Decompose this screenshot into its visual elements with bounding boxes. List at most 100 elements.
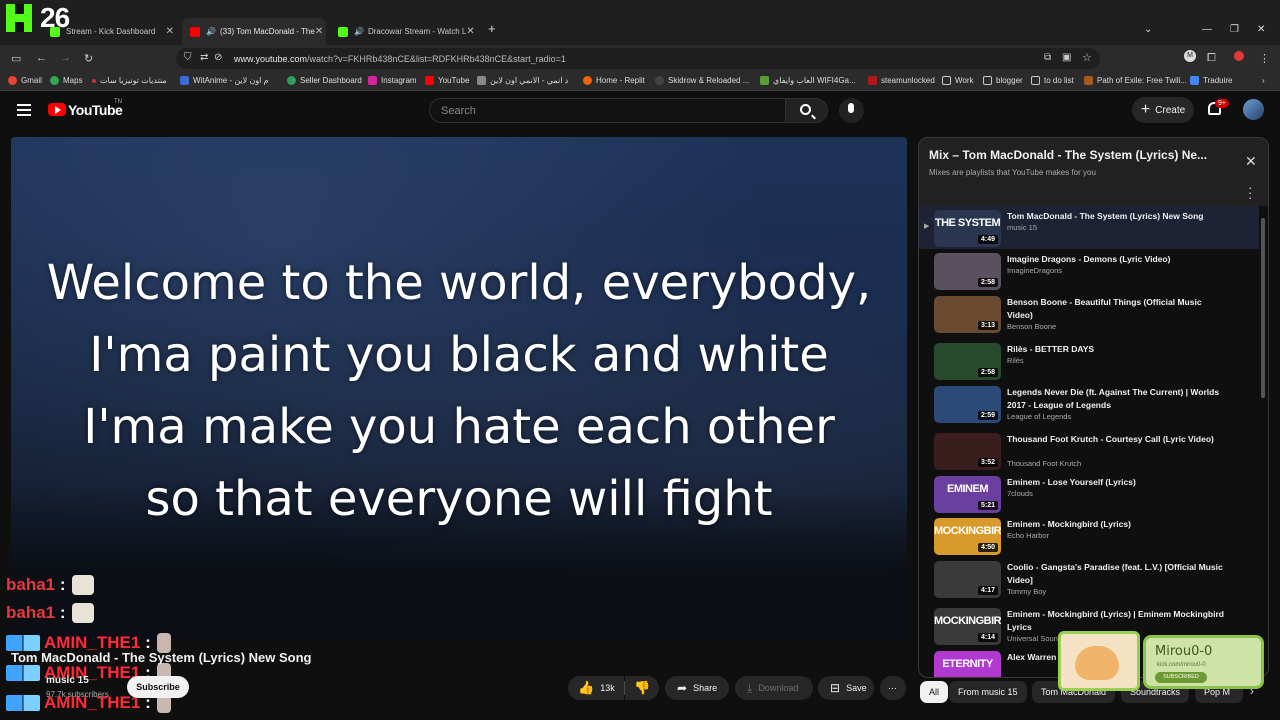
video-thumbnail[interactable]: 2:58 xyxy=(934,253,1001,290)
browser-tab-kick-dashboard[interactable]: Stream - Kick Dashboard ✕ xyxy=(42,18,182,45)
maximize-icon[interactable]: ❐ xyxy=(1230,24,1239,35)
video-thumbnail[interactable]: EMINEM 5:21 xyxy=(934,476,1001,513)
playlist-item[interactable]: MOCKINGBIRD 4:50 Eminem - Mockingbird (Lyr… xyxy=(919,514,1259,557)
playlist-item[interactable]: 3:52 Thousand Foot Krutch - Courtesy Call… xyxy=(919,429,1259,472)
save-button[interactable]: ⊟ Save xyxy=(818,676,874,700)
bookmark-item[interactable]: Path of Exile: Free Twili... xyxy=(1084,76,1187,85)
menu-hamburger-icon[interactable] xyxy=(17,104,31,116)
video-thumbnail[interactable]: MOCKINGBIRD 4:14 xyxy=(934,608,1001,645)
thumbnail-text: THE SYSTEM xyxy=(934,217,1001,229)
new-tab-button[interactable]: + xyxy=(488,21,496,36)
share-button[interactable]: ➦ Share xyxy=(665,676,729,700)
sidebar-toggle-icon[interactable]: ▭ xyxy=(11,52,21,65)
close-tab-icon[interactable]: ✕ xyxy=(166,26,174,37)
bookmark-item[interactable]: Traduire xyxy=(1190,76,1233,85)
video-player[interactable]: Welcome to the world, everybody, I'ma pa… xyxy=(11,137,907,641)
playlist-title[interactable]: Mix – Tom MacDonald - The System (Lyrics… xyxy=(929,148,1229,162)
chip-all[interactable]: All xyxy=(920,681,949,703)
bookmark-item[interactable]: د انمي - الانمي اون لاين xyxy=(477,76,568,85)
tune-icon[interactable]: ⇄ xyxy=(200,52,208,63)
address-bar[interactable]: ⛉ ⇄ ⊘ www.youtube.com/watch?v=FKHRb438nC… xyxy=(176,48,1100,69)
video-thumbnail[interactable]: 2:58 xyxy=(934,343,1001,380)
search-button[interactable] xyxy=(786,98,828,123)
playlist-item[interactable]: ▶ THE SYSTEM 4:49 Tom MacDonald - The Syste… xyxy=(919,206,1259,249)
download-icon: ⤓ xyxy=(747,680,753,695)
bookmark-item[interactable]: steamunlocked xyxy=(868,76,935,85)
bookmark-star-icon[interactable]: ☆ xyxy=(1082,51,1092,64)
plus-icon: + xyxy=(1140,101,1151,118)
video-thumbnail[interactable]: 3:13 xyxy=(934,296,1001,333)
profile-m-icon[interactable]: M xyxy=(1184,50,1196,62)
bookmark-item[interactable]: Seller Dashboard xyxy=(287,76,362,85)
bookmark-item[interactable]: منتديات تونيزيا سات xyxy=(92,76,167,85)
youtube-logo-icon[interactable] xyxy=(48,103,66,116)
stream-cat-overlay xyxy=(1058,631,1140,691)
bookmark-item[interactable]: Maps xyxy=(50,76,83,85)
extensions-puzzle-icon[interactable]: ⧠ xyxy=(1207,52,1216,65)
site-info-icon[interactable]: ⛉ xyxy=(184,52,192,63)
video-thumbnail[interactable]: THE SYSTEM 4:49 xyxy=(934,210,1001,247)
download-button[interactable]: ⤓ Download xyxy=(735,676,813,700)
playlist-item-channel: League of Legends xyxy=(1007,412,1072,421)
like-button[interactable]: 👍 13k xyxy=(568,676,624,700)
bookmark-item[interactable]: Instagram xyxy=(368,76,417,85)
playlist-item-channel: Universal Sound xyxy=(1007,634,1063,643)
video-title: Tom MacDonald - The System (Lyrics) New … xyxy=(11,650,312,665)
bookmark-item[interactable]: العاب وايفاي WIFI4Ga... xyxy=(760,76,856,85)
playlist-item[interactable]: 2:58 Imagine Dragons - Demons (Lyric Vide… xyxy=(919,249,1259,292)
more-vertical-icon[interactable]: · · · xyxy=(1248,181,1252,204)
playlist-scrollbar[interactable] xyxy=(1261,218,1265,398)
bookmark-folder[interactable]: to do list xyxy=(1031,76,1074,85)
duration-badge: 5:21 xyxy=(977,501,998,510)
bookmark-item[interactable]: YouTube xyxy=(425,76,469,85)
tracking-blocked-icon[interactable]: ⊘ xyxy=(214,52,222,63)
duration-badge: 2:58 xyxy=(977,368,998,377)
subscriber-count: 97.7k subscribers xyxy=(46,690,109,699)
browser-tab-youtube[interactable]: 🔊 (33) Tom MacDonald - The ✕ xyxy=(182,18,326,45)
avatar[interactable] xyxy=(1243,99,1264,120)
browser-tab-dracowar[interactable]: 🔊 Dracowar Stream - Watch L ✕ xyxy=(330,18,478,45)
playlist-item[interactable]: 2:58 Rilès - BETTER DAYS Rilès xyxy=(919,339,1259,382)
open-in-app-icon[interactable]: ⧉ xyxy=(1044,52,1051,63)
playlist-item[interactable]: 2:59 Legends Never Die (ft. Against The C… xyxy=(919,382,1259,425)
channel-name[interactable]: music 15 xyxy=(46,675,89,686)
create-button[interactable]: + Create xyxy=(1132,97,1194,123)
close-tab-icon[interactable]: ✕ xyxy=(315,26,323,37)
close-tab-icon[interactable]: ✕ xyxy=(466,26,474,37)
chat-badge-icon xyxy=(6,665,40,681)
screenshot-icon[interactable]: ▣ xyxy=(1062,52,1071,63)
video-thumbnail[interactable]: MOCKINGBIRD 4:50 xyxy=(934,518,1001,555)
search-icon xyxy=(800,104,811,115)
voice-search-icon[interactable] xyxy=(839,98,864,123)
tab-list-chevron-down-icon[interactable]: ⌄ xyxy=(1144,24,1152,35)
extension-red-icon[interactable] xyxy=(1234,51,1244,61)
playlist-item[interactable]: 4:17 Coolio - Gangsta's Paradise (feat. L… xyxy=(919,557,1259,600)
video-thumbnail[interactable]: ETERNITY xyxy=(934,651,1001,677)
search-input[interactable]: Search xyxy=(429,98,786,123)
bookmarks-overflow-icon[interactable]: › xyxy=(1262,76,1265,85)
bookmark-item[interactable]: Gmail xyxy=(8,76,42,85)
menu-more-icon[interactable]: ⋮ xyxy=(1259,52,1270,65)
bookmark-item[interactable]: WitAnime - م اون لاين xyxy=(180,76,269,85)
back-arrow-icon[interactable]: ← xyxy=(36,52,47,64)
bookmark-item[interactable]: Skidrow & Reloaded ... xyxy=(655,76,749,85)
more-actions-button[interactable]: ⋯ xyxy=(880,676,906,700)
bookmark-folder[interactable]: Work xyxy=(942,76,974,85)
subscribe-button[interactable]: Subscribe xyxy=(127,676,189,698)
video-thumbnail[interactable]: 3:52 xyxy=(934,433,1001,470)
playlist-item[interactable]: 3:13 Benson Boone - Beautiful Things (Off… xyxy=(919,292,1259,335)
lyric-line: Welcome to the world, everybody, xyxy=(46,255,872,311)
bookmark-folder[interactable]: blogger xyxy=(983,76,1023,85)
chat-message: baha1 : xyxy=(6,599,94,627)
chip-from-channel[interactable]: From music 15 xyxy=(949,681,1027,703)
close-window-icon[interactable]: ✕ xyxy=(1257,24,1265,35)
close-icon[interactable]: ✕ xyxy=(1245,153,1257,170)
video-thumbnail[interactable]: 2:59 xyxy=(934,386,1001,423)
playlist-item[interactable]: EMINEM 5:21 Eminem - Lose Yourself (Lyrics… xyxy=(919,472,1259,515)
forward-arrow-icon[interactable]: → xyxy=(60,52,71,64)
bookmark-item[interactable]: Home - Replit xyxy=(583,76,645,85)
dislike-button[interactable]: 👎 xyxy=(625,676,659,700)
video-thumbnail[interactable]: 4:17 xyxy=(934,561,1001,598)
minimize-icon[interactable]: — xyxy=(1202,24,1212,35)
reload-icon[interactable]: ↻ xyxy=(84,52,93,65)
